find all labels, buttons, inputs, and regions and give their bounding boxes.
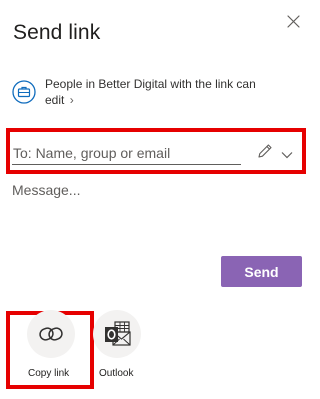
message-field[interactable] — [12, 182, 300, 242]
chevron-right-icon: › — [69, 93, 74, 107]
outlook-circle — [93, 310, 141, 358]
permission-text-wrap: People in Better Digital with the link c… — [45, 76, 275, 108]
link-permission-setting[interactable]: People in Better Digital with the link c… — [12, 74, 302, 110]
permission-text: People in Better Digital with the link c… — [45, 77, 256, 107]
outlook-icon — [105, 321, 131, 346]
link-icon — [39, 327, 63, 341]
briefcase-icon — [12, 80, 36, 104]
chevron-down-icon — [281, 152, 293, 159]
close-icon — [287, 15, 300, 28]
close-button[interactable] — [283, 12, 303, 32]
send-link-dialog: Send link People in Better Digital with … — [0, 0, 312, 399]
edit-recipients-button[interactable] — [256, 142, 274, 160]
send-button[interactable]: Send — [221, 256, 302, 287]
copy-link-label: Copy link — [28, 368, 70, 379]
pencil-icon — [258, 144, 272, 158]
copy-link-circle — [27, 310, 75, 358]
recipients-dropdown-button[interactable] — [281, 146, 293, 159]
dialog-title: Send link — [13, 21, 101, 44]
recipients-input[interactable] — [12, 141, 241, 165]
outlook-label: Outlook — [99, 368, 134, 379]
